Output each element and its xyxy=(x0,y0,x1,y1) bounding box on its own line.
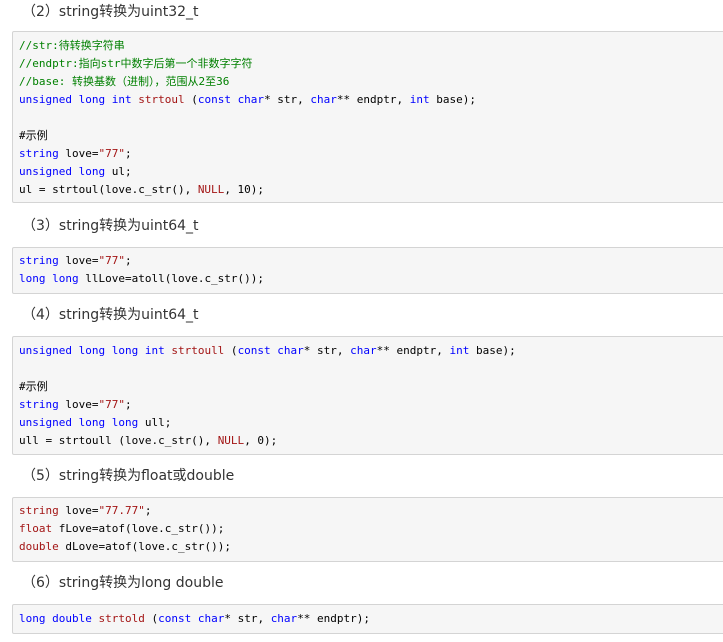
code-token: unsigned long long xyxy=(19,416,139,429)
code-token: unsigned long xyxy=(19,165,106,178)
code-token: unsigned long int xyxy=(19,93,139,106)
code-token: string xyxy=(19,147,59,160)
code-token: ; xyxy=(125,398,132,411)
code-token: //str:待转换字符串 xyxy=(19,39,125,52)
code-line: unsigned long int strtoul (const char* s… xyxy=(19,91,476,109)
code-token: string xyxy=(19,398,59,411)
section-heading-uint64-b: （4）string转换为uint64_t xyxy=(22,307,199,323)
code-token: base); xyxy=(429,93,477,106)
code-block-long-double[interactable]: long double strtold (const char* str, ch… xyxy=(12,604,723,634)
code-token: string xyxy=(19,254,59,267)
code-token: NULL xyxy=(197,183,225,196)
code-token: int xyxy=(409,93,430,106)
section-heading-long-double: （6）string转换为long double xyxy=(22,575,224,591)
code-token: //endptr:指向str中数字后第一个非数字字符 xyxy=(19,57,253,70)
code-token: #示例 xyxy=(19,129,48,142)
section-heading-float-double: （5）string转换为float或double xyxy=(22,468,235,484)
code-token: ul; xyxy=(105,165,132,178)
code-line: ul = strtoul(love.c_str(), NULL, 10); xyxy=(19,181,264,199)
code-token: base); xyxy=(469,344,516,357)
code-line: unsigned long long ull; xyxy=(19,414,171,432)
code-token: long double xyxy=(19,612,99,625)
code-token: llLove=atoll(love.c_str()); xyxy=(78,272,265,285)
code-line: string love="77"; xyxy=(19,145,132,163)
code-line: string love="77"; xyxy=(19,252,132,270)
code-line: string love="77.77"; xyxy=(19,502,151,520)
code-line: unsigned long long int strtoull (const c… xyxy=(19,342,516,360)
code-token: char xyxy=(310,93,337,106)
code-line: ull = strtoull (love.c_str(), NULL, 0); xyxy=(19,432,277,450)
code-token: ; xyxy=(125,254,132,267)
code-token: * str, xyxy=(264,93,311,106)
code-token: "77" xyxy=(98,147,126,160)
code-token: const char xyxy=(237,344,304,357)
code-line: double dLove=atof(love.c_str()); xyxy=(19,538,231,556)
code-token: love= xyxy=(58,147,99,160)
code-block-uint64-b[interactable]: unsigned long long int strtoull (const c… xyxy=(12,336,723,455)
code-line: long double strtold (const char* str, ch… xyxy=(19,610,370,628)
code-token: "77.77" xyxy=(98,504,145,517)
code-token: char xyxy=(350,344,377,357)
code-token: ** endptr, xyxy=(336,93,410,106)
code-token: ** endptr); xyxy=(297,612,371,625)
code-token: love= xyxy=(58,504,99,517)
code-token: //base: 转换基数（进制），范围从2至36 xyxy=(19,75,230,88)
code-line: //base: 转换基数（进制），范围从2至36 xyxy=(19,73,229,91)
code-token: ull = strtoull (love.c_str(), xyxy=(19,434,218,447)
section-heading-uint64-a: （3）string转换为uint64_t xyxy=(22,218,199,234)
code-token: string xyxy=(19,504,59,517)
code-token: strtold xyxy=(98,612,145,625)
code-token: , 10); xyxy=(224,183,265,196)
code-token: ; xyxy=(144,504,152,517)
code-token: "77" xyxy=(98,254,126,267)
code-line: //str:待转换字符串 xyxy=(19,37,125,55)
code-token: dLove=atof(love.c_str()); xyxy=(58,540,231,553)
code-token: ul = strtoul(love.c_str(), xyxy=(19,183,198,196)
code-line: float fLove=atof(love.c_str()); xyxy=(19,520,224,538)
code-token: love= xyxy=(58,398,99,411)
code-token: * str, xyxy=(224,612,271,625)
code-token: NULL xyxy=(217,434,245,447)
code-token: long long xyxy=(19,272,79,285)
code-line: string love="77"; xyxy=(19,396,132,414)
code-token: ( xyxy=(144,612,159,625)
code-line: long long llLove=atoll(love.c_str()); xyxy=(19,270,264,288)
code-token: * str, xyxy=(303,344,351,357)
code-token: double xyxy=(19,540,59,553)
code-block-float-double[interactable]: string love="77.77"; float fLove=atof(lo… xyxy=(12,497,723,562)
code-token: ull; xyxy=(138,416,172,429)
article-page: （2）string转换为uint32_t //str:待转换字符串 //endp… xyxy=(0,0,723,642)
code-token: ** endptr, xyxy=(376,344,450,357)
code-block-uint32[interactable]: //str:待转换字符串 //endptr:指向str中数字后第一个非数字字符 … xyxy=(12,31,723,203)
code-token: fLove=atof(love.c_str()); xyxy=(52,522,225,535)
code-token: ; xyxy=(125,147,132,160)
code-token: strtoull xyxy=(171,344,225,357)
code-token: const char xyxy=(158,612,225,625)
code-token: float xyxy=(19,522,53,535)
code-line: //endptr:指向str中数字后第一个非数字字符 xyxy=(19,55,252,73)
code-block-uint64-a[interactable]: string love="77"; long long llLove=atoll… xyxy=(12,247,723,294)
code-token: unsigned long long int xyxy=(19,344,172,357)
code-line: #示例 xyxy=(19,127,48,145)
code-token: int xyxy=(449,344,470,357)
code-token: const char xyxy=(197,93,265,106)
code-token: , 0); xyxy=(244,434,278,447)
code-line: #示例 xyxy=(19,378,48,396)
code-token: ( xyxy=(184,93,198,106)
section-heading-uint32: （2）string转换为uint32_t xyxy=(22,4,199,20)
code-token: "77" xyxy=(98,398,126,411)
code-token: #示例 xyxy=(19,380,48,393)
code-token: ( xyxy=(224,344,238,357)
code-token: strtoul xyxy=(138,93,185,106)
code-line: unsigned long ul; xyxy=(19,163,132,181)
code-token: char xyxy=(270,612,298,625)
code-token: love= xyxy=(58,254,99,267)
